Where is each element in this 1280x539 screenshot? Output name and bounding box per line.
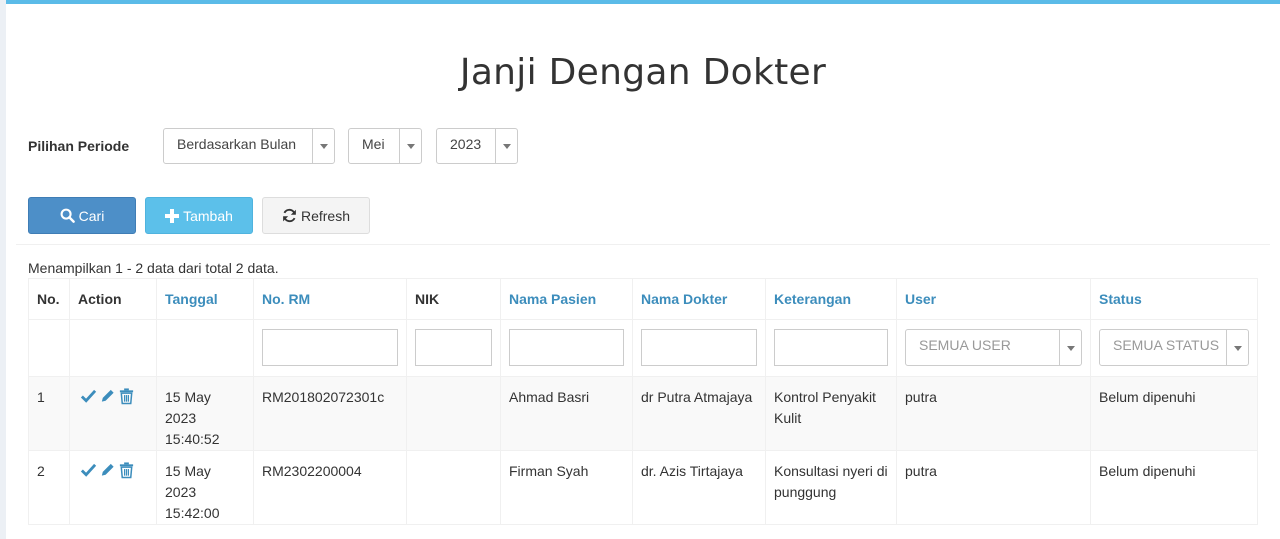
col-header-no-rm[interactable]: No. RM	[253, 278, 407, 320]
keterangan-filter-input[interactable]	[774, 329, 888, 366]
result-summary: Menampilkan 1 - 2 data dari total 2 data…	[28, 260, 279, 276]
cell-action	[69, 376, 157, 451]
col-header-keterangan[interactable]: Keterangan	[765, 278, 897, 320]
cell-nik	[406, 376, 501, 451]
cell-no-rm: RM2302200004	[253, 450, 407, 525]
trash-icon[interactable]	[118, 387, 135, 405]
table-row: 2 15 May 2023 15:42:00 RM2302200004 Firma…	[28, 450, 1258, 525]
content-panel: Janji Dengan Dokter Pilihan Periode Berd…	[6, 0, 1280, 539]
page-title: Janji Dengan Dokter	[459, 52, 827, 93]
filter-cell-empty	[69, 319, 157, 377]
cell-keterangan: Konsultasi nyeri di punggung	[765, 450, 897, 525]
pencil-icon[interactable]	[99, 461, 116, 479]
pencil-icon[interactable]	[99, 387, 116, 405]
filter-cell	[500, 319, 633, 377]
chevron-down-icon	[1059, 330, 1081, 365]
search-icon	[60, 208, 75, 223]
cell-tanggal: 15 May 2023 15:40:52	[156, 376, 254, 451]
refresh-icon	[283, 208, 296, 223]
col-header-nik: NIK	[406, 278, 501, 320]
col-header-nama-pasien[interactable]: Nama Pasien	[500, 278, 633, 320]
cell-nama-dokter: dr Putra Atmajaya	[632, 376, 766, 451]
cell-status: Belum dipenuhi	[1090, 376, 1258, 451]
check-icon[interactable]	[80, 387, 97, 405]
filter-cell-empty	[28, 319, 70, 377]
col-header-no: No.	[28, 278, 70, 320]
cell-date: 15 May 2023	[165, 463, 211, 500]
add-button[interactable]: Tambah	[145, 197, 253, 234]
filter-cell	[406, 319, 501, 377]
chevron-down-icon	[495, 129, 517, 163]
refresh-button[interactable]: Refresh	[262, 197, 370, 234]
cell-no: 2	[28, 450, 70, 525]
period-mode-value: Berdasarkan Bulan	[177, 136, 297, 152]
search-button-label: Cari	[78, 207, 105, 224]
search-button[interactable]: Cari	[28, 197, 136, 234]
plus-icon	[165, 208, 180, 223]
cell-keterangan: Kontrol Penyakit Kulit	[765, 376, 897, 451]
col-header-status[interactable]: Status	[1090, 278, 1258, 320]
table-header-row: No. Action Tanggal No. RM NIK Nama Pasie…	[28, 278, 1258, 320]
filter-row: SEMUA USER SEMUA STATUS	[28, 319, 1258, 377]
nama-dokter-filter-input[interactable]	[641, 329, 757, 366]
cell-no: 1	[28, 376, 70, 451]
cell-user: putra	[896, 376, 1091, 451]
status-filter-select[interactable]: SEMUA STATUS	[1099, 329, 1249, 366]
refresh-button-label: Refresh	[300, 207, 351, 224]
col-header-action: Action	[69, 278, 157, 320]
check-icon[interactable]	[80, 461, 97, 479]
cell-nama-dokter: dr. Azis Tirtajaya	[632, 450, 766, 525]
user-filter-select[interactable]: SEMUA USER	[905, 329, 1082, 366]
month-value: Mei	[362, 136, 385, 152]
cell-action	[69, 450, 157, 525]
cell-nama-pasien: Ahmad Basri	[500, 376, 633, 451]
col-header-user[interactable]: User	[896, 278, 1091, 320]
filter-cell-empty	[156, 319, 254, 377]
year-value: 2023	[450, 136, 482, 152]
divider	[16, 244, 1270, 245]
nik-filter-input[interactable]	[415, 329, 492, 366]
col-header-nama-dokter[interactable]: Nama Dokter	[632, 278, 766, 320]
filter-cell	[765, 319, 897, 377]
status-filter-placeholder: SEMUA STATUS	[1113, 337, 1220, 353]
cell-date: 15 May 2023	[165, 389, 211, 426]
cell-nama-pasien: Firman Syah	[500, 450, 633, 525]
cell-status: Belum dipenuhi	[1090, 450, 1258, 525]
period-label: Pilihan Periode	[28, 138, 130, 154]
chevron-down-icon	[399, 129, 421, 163]
month-select[interactable]: Mei	[348, 128, 422, 164]
filter-cell: SEMUA STATUS	[1090, 319, 1258, 377]
table-row: 1 15 May 2023 15:40:52 RM201802072301c Ah…	[28, 376, 1258, 451]
cell-no-rm: RM201802072301c	[253, 376, 407, 451]
cell-tanggal: 15 May 2023 15:42:00	[156, 450, 254, 525]
period-mode-select[interactable]: Berdasarkan Bulan	[163, 128, 335, 164]
nama-pasien-filter-input[interactable]	[509, 329, 624, 366]
filter-cell	[253, 319, 407, 377]
cell-time: 15:40:52	[165, 431, 220, 447]
user-filter-placeholder: SEMUA USER	[919, 337, 1011, 353]
appointment-table: No. Action Tanggal No. RM NIK Nama Pasie…	[28, 278, 1258, 525]
trash-icon[interactable]	[118, 461, 135, 479]
cell-nik	[406, 450, 501, 525]
chevron-down-icon	[312, 129, 334, 163]
filter-cell	[632, 319, 766, 377]
no-rm-filter-input[interactable]	[262, 329, 398, 366]
cell-time: 15:42:00	[165, 505, 220, 521]
year-select[interactable]: 2023	[436, 128, 518, 164]
cell-user: putra	[896, 450, 1091, 525]
add-button-label: Tambah	[183, 207, 233, 224]
filter-cell: SEMUA USER	[896, 319, 1091, 377]
chevron-down-icon	[1226, 330, 1248, 365]
col-header-tanggal[interactable]: Tanggal	[156, 278, 254, 320]
